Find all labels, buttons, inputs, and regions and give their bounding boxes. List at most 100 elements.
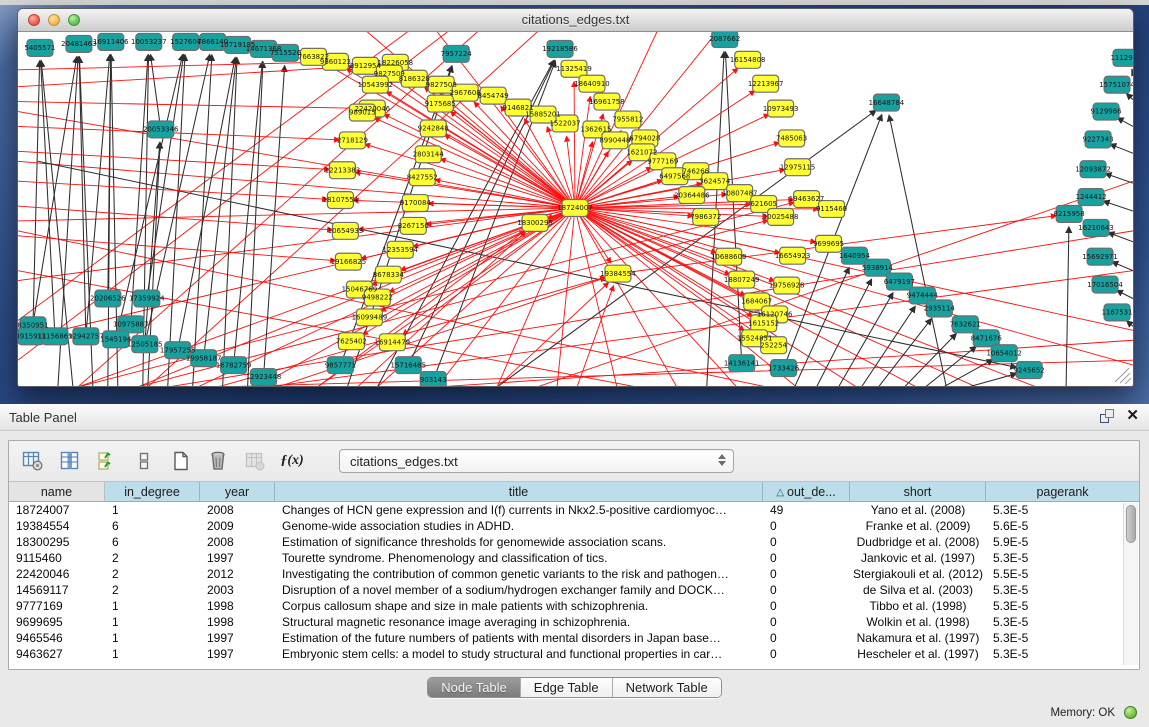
graph-node[interactable] (409, 169, 435, 186)
select-attributes-button[interactable] (95, 449, 119, 473)
tab-network-table[interactable]: Network Table (613, 678, 721, 697)
graph-node[interactable] (402, 195, 428, 212)
column-header-pagerank[interactable]: pagerank (986, 482, 1139, 502)
graph-node[interactable] (415, 146, 441, 163)
graph-node[interactable] (1087, 248, 1113, 265)
graph-node[interactable] (735, 51, 761, 68)
graph-node[interactable] (873, 94, 899, 111)
float-panel-icon[interactable] (1100, 409, 1114, 423)
graph-node[interactable] (98, 33, 124, 50)
create-table-button[interactable] (169, 449, 193, 473)
graph-node[interactable] (339, 132, 365, 149)
graph-node[interactable] (134, 290, 160, 307)
table-row[interactable]: 1456911722003Disruption of a novel membe… (9, 582, 1139, 598)
graph-node[interactable] (103, 331, 129, 348)
graph-node[interactable] (132, 336, 158, 353)
table-settings-button[interactable] (21, 449, 45, 473)
graph-node[interactable] (1078, 189, 1104, 206)
graph-node[interactable] (1085, 131, 1111, 148)
graph-node[interactable] (273, 44, 299, 61)
graph-node[interactable] (251, 369, 277, 386)
graph-node[interactable] (335, 253, 361, 270)
graph-node[interactable] (819, 201, 845, 218)
graph-node[interactable] (327, 357, 353, 374)
graph-node[interactable] (816, 235, 842, 252)
graph-node[interactable] (27, 39, 53, 56)
column-header-year[interactable]: year (200, 482, 275, 502)
graph-node[interactable] (173, 33, 199, 50)
graph-node[interactable] (18, 328, 44, 345)
graph-node[interactable] (712, 32, 738, 47)
graph-node[interactable] (379, 334, 405, 351)
row-options-button[interactable] (132, 449, 156, 473)
graph-node[interactable] (864, 259, 890, 276)
graph-node[interactable] (1093, 103, 1119, 120)
graph-node[interactable] (991, 345, 1017, 362)
graph-node[interactable] (1104, 76, 1130, 93)
graph-node[interactable] (300, 48, 326, 65)
show-columns-button[interactable] (58, 449, 82, 473)
graph-node[interactable] (926, 300, 952, 317)
graph-node[interactable] (761, 337, 787, 354)
graph-node[interactable] (1104, 304, 1130, 321)
graph-node[interactable] (200, 33, 226, 50)
graph-node[interactable] (332, 222, 358, 239)
memory-indicator-icon[interactable] (1124, 706, 1137, 719)
table-row[interactable]: 946362711997Embryonic stem cells: a mode… (9, 646, 1139, 662)
window-resize-grip[interactable] (1115, 368, 1131, 384)
graph-node[interactable] (886, 273, 912, 290)
graph-node[interactable] (349, 104, 375, 121)
graph-node[interactable] (522, 214, 548, 231)
graph-node[interactable] (401, 70, 427, 87)
window-titlebar[interactable]: citations_edges.txt (18, 9, 1133, 32)
graph-node[interactable] (785, 159, 811, 176)
tab-node-table[interactable]: Node Table (428, 678, 521, 697)
graph-node[interactable] (842, 247, 868, 264)
graph-node[interactable] (1016, 362, 1042, 379)
zoom-window-button[interactable] (68, 14, 80, 26)
table-selector-combo[interactable]: citations_edges.txt (339, 449, 734, 473)
function-builder-button[interactable]: ƒ(x) (280, 449, 304, 473)
graph-node[interactable] (579, 75, 605, 92)
column-header-in_degree[interactable]: in_degree (105, 482, 200, 502)
graph-node[interactable] (779, 130, 805, 147)
graph-node[interactable] (420, 372, 446, 386)
graph-node[interactable] (387, 241, 413, 258)
graph-node[interactable] (1113, 49, 1133, 66)
graph-node[interactable] (66, 35, 92, 52)
graph-node[interactable] (338, 333, 364, 350)
graph-node[interactable] (1080, 161, 1106, 178)
close-panel-icon[interactable]: ✕ (1126, 409, 1139, 423)
delete-attributes-button[interactable] (206, 449, 230, 473)
graph-node[interactable] (329, 162, 355, 179)
graph-node[interactable] (327, 192, 353, 209)
graph-node[interactable] (148, 121, 174, 138)
table-row[interactable]: 1938455462009Genome-wide association stu… (9, 518, 1139, 534)
graph-node[interactable] (443, 45, 469, 62)
graph-node[interactable] (427, 95, 453, 112)
graph-node[interactable] (605, 265, 631, 282)
graph-node[interactable] (225, 36, 251, 53)
graph-node[interactable] (420, 120, 446, 137)
graph-node[interactable] (774, 277, 800, 294)
graph-node[interactable] (716, 248, 742, 265)
graph-node[interactable] (352, 57, 378, 74)
table-row[interactable]: 1830029562008Estimation of significance … (9, 534, 1139, 550)
network-view-window[interactable]: citations_edges.txt (17, 8, 1134, 387)
graph-node[interactable] (42, 328, 68, 345)
graph-node[interactable] (693, 209, 719, 226)
graph-node[interactable] (794, 191, 820, 208)
graph-node[interactable] (400, 217, 426, 234)
table-row[interactable]: 2242004622012Investigating the contribut… (9, 566, 1139, 582)
graph-node[interactable] (480, 87, 506, 104)
close-window-button[interactable] (28, 14, 40, 26)
graph-node[interactable] (136, 33, 162, 50)
graph-node[interactable] (95, 290, 121, 307)
table-row[interactable]: 946554611997Estimation of the future num… (9, 630, 1139, 646)
network-graph[interactable]: 1872400718300295193845541132541918640910… (18, 32, 1133, 386)
graph-node[interactable] (73, 328, 99, 345)
column-header-short[interactable]: short (850, 482, 986, 502)
graph-node[interactable] (768, 100, 794, 117)
table-scrollbar[interactable] (1123, 503, 1138, 665)
graph-node[interactable] (602, 132, 628, 149)
